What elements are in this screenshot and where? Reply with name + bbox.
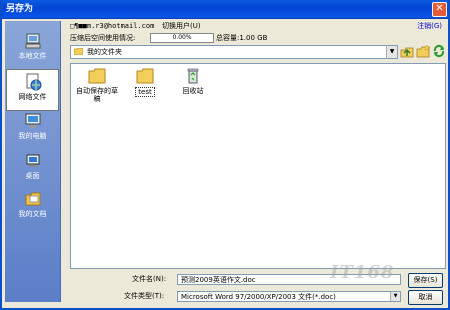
save-button[interactable]: 保存(S) [408,273,443,288]
file-label: 自动保存的草稿 [76,87,118,103]
place-my-documents[interactable]: 我的文档 [5,187,60,229]
save-button-label: 保存(S) [413,276,438,284]
window-title: 另存为 [6,4,34,14]
cancel-button[interactable]: 取消 [408,290,443,305]
file-item-test[interactable]: test [123,68,167,97]
place-label: 网络文件 [18,93,47,101]
local-files-icon [25,33,40,49]
filename-label: 文件名(N): [132,275,167,283]
place-network-files[interactable]: 网络文件 [6,69,59,111]
network-files-icon [26,73,41,91]
quota-progress-bar: 0.00% [150,33,214,43]
place-desktop[interactable]: 桌面 [5,149,60,191]
folder-icon [136,68,154,84]
filetype-value: Microsoft Word 97/2000/XP/2003 文件(*.doc) [181,293,336,301]
quota-label: 压缩后空间使用情况: [70,34,136,42]
filetype-select[interactable]: Microsoft Word 97/2000/XP/2003 文件(*.doc)… [177,291,401,302]
folder-icon [88,68,106,84]
cancel-button-label: 取消 [418,293,433,301]
place-label: 我的文档 [18,210,47,218]
file-label: test [135,87,155,97]
close-button[interactable]: ✕ [432,2,447,17]
place-label: 桌面 [25,172,40,180]
place-local-files[interactable]: 本地文件 [5,29,60,71]
filename-value: 预测2009英语作文.doc [181,276,256,284]
place-label: 我的电脑 [18,132,47,140]
filetype-label: 文件类型(T): [124,292,165,300]
quota-capacity: 总容量:1.00 GB [216,34,268,42]
title-bar[interactable]: 另存为 ✕ [2,0,448,19]
file-label: 回收站 [182,87,204,95]
recycle-bin-icon [187,68,199,84]
place-my-computer[interactable]: 我的电脑 [5,109,60,151]
my-computer-icon [25,113,40,128]
quota-percent: 0.00% [172,34,192,41]
new-folder-icon[interactable] [416,44,430,58]
switch-user-link[interactable]: 切换用户(U) [162,20,222,32]
location-value: 我的文件夹 [87,48,122,56]
file-item-recycle-bin[interactable]: 回收站 [171,68,215,95]
logout-link[interactable]: 注销(G) [417,20,442,32]
place-label: 本地文件 [18,52,47,60]
watermark-logo: IT168 [330,262,395,283]
chevron-down-icon[interactable]: ▼ [390,292,400,301]
file-list-pane[interactable]: 自动保存的草稿 test 回收站 [70,63,446,269]
my-documents-icon [25,192,40,206]
chevron-down-icon[interactable]: ▼ [386,46,397,58]
folder-icon [74,48,83,55]
up-folder-icon[interactable] [400,44,414,58]
account-email: □¶■■m.r3@hotmail.com [70,22,155,30]
places-bar: 本地文件 网络文件 我的电脑 桌面 我的文档 [5,21,61,302]
refresh-icon[interactable] [432,44,446,58]
file-item-drafts[interactable]: 自动保存的草稿 [75,68,119,103]
account-bar: □¶■■m.r3@hotmail.com 切换用户(U) [70,20,201,32]
location-combobox[interactable]: 我的文件夹 ▼ [70,45,398,59]
save-as-dialog: 另存为 ✕ 本地文件 网络文件 我的电脑 桌面 我的文档 □¶■■m.r3@ho… [0,0,450,310]
desktop-icon [26,154,39,167]
close-icon: ✕ [435,3,444,14]
